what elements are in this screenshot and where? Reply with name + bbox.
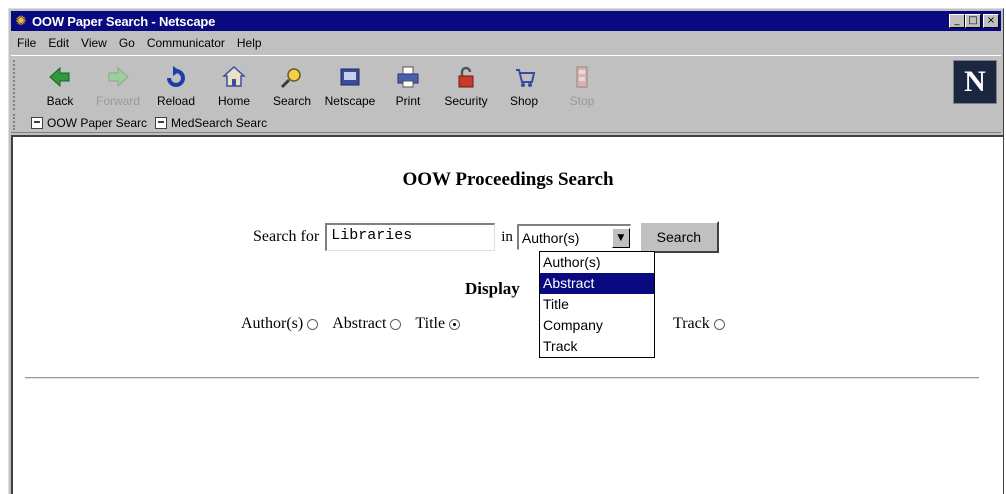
stop-button[interactable]: Stop	[553, 60, 611, 112]
reload-label: Reload	[156, 94, 196, 108]
bookmark-medsearch[interactable]: MedSearch Searc	[155, 116, 267, 130]
reload-button[interactable]: Reload	[147, 60, 205, 112]
menu-bar: File Edit View Go Communicator Help	[11, 33, 1001, 53]
display-abstract-label: Abstract	[332, 315, 387, 332]
title-bar: ✺ OOW Paper Search - Netscape _ □ ×	[11, 11, 1001, 31]
shop-label: Shop	[509, 94, 539, 108]
display-label: Display	[465, 279, 520, 298]
horizontal-rule	[25, 377, 979, 379]
menu-edit[interactable]: Edit	[42, 36, 75, 50]
home-label: Home	[217, 94, 250, 108]
stop-label: Stop	[569, 94, 595, 108]
netscape-button[interactable]: Netscape	[321, 60, 379, 112]
display-abstract-radio[interactable]	[390, 318, 402, 330]
display-title-radio[interactable]	[449, 318, 461, 330]
display-authors-radio[interactable]	[307, 318, 319, 330]
bookmark-icon	[31, 117, 43, 129]
window-controls: _ □ ×	[949, 14, 999, 28]
bookmark-oow-label: OOW Paper Searc	[47, 116, 148, 130]
menu-help[interactable]: Help	[231, 36, 268, 50]
menu-go[interactable]: Go	[113, 36, 141, 50]
back-label: Back	[46, 94, 74, 108]
menu-view[interactable]: View	[75, 36, 113, 50]
netscape-logo[interactable]: N	[953, 60, 997, 104]
dropdown-option-company[interactable]: Company	[540, 315, 654, 336]
display-track-radio[interactable]	[713, 318, 725, 330]
display-title-label: Title	[415, 315, 446, 332]
security-button[interactable]: Security	[437, 60, 495, 112]
forward-button[interactable]: Forward	[89, 60, 147, 112]
netscape-app-icon: ✺	[15, 13, 27, 28]
navigation-toolbar: Back Forward Reload Home Search Netscape…	[11, 55, 1001, 133]
close-button[interactable]: ×	[983, 14, 999, 28]
search-for-label: Search for	[253, 228, 320, 245]
personal-toolbar: OOW Paper Searc MedSearch Searc	[31, 114, 267, 132]
display-track-label: Track	[673, 315, 710, 332]
page-content: OOW Proceedings Search Search for Librar…	[11, 135, 1003, 494]
maximize-button[interactable]: □	[965, 14, 981, 28]
search-field-select[interactable]: Author(s) ▼	[516, 224, 631, 250]
bookmark-medsearch-label: MedSearch Searc	[171, 116, 268, 130]
security-label: Security	[444, 94, 488, 108]
display-authors-label: Author(s)	[241, 315, 304, 332]
forward-label: Forward	[95, 94, 140, 108]
bookmark-oow[interactable]: OOW Paper Searc	[31, 116, 147, 130]
shop-button[interactable]: Shop	[495, 60, 553, 112]
menu-communicator[interactable]: Communicator	[141, 36, 231, 50]
page-title: OOW Proceedings Search	[402, 169, 614, 190]
forward-arrow-icon	[108, 66, 129, 88]
dropdown-option-authors[interactable]: Author(s)	[540, 252, 654, 273]
back-arrow-icon	[49, 66, 70, 88]
netscape-icon	[340, 68, 360, 86]
lock-icon	[458, 66, 474, 88]
dropdown-option-abstract[interactable]: Abstract	[540, 273, 654, 294]
search-field-dropdown: Author(s) Abstract Title Company Track	[539, 251, 655, 358]
netscape-label: Netscape	[324, 94, 376, 108]
search-toolbar-button[interactable]: Search	[263, 60, 321, 112]
home-button[interactable]: Home	[205, 60, 263, 112]
select-value: Author(s)	[521, 229, 580, 246]
display-track-option: Track	[673, 315, 739, 333]
search-input[interactable]: Libraries	[325, 223, 496, 251]
search-button[interactable]: Search	[638, 221, 719, 253]
toolbar-grip[interactable]	[13, 60, 19, 110]
dropdown-option-track[interactable]: Track	[540, 336, 654, 357]
home-icon	[222, 65, 246, 87]
dropdown-option-title[interactable]: Title	[540, 294, 654, 315]
shop-icon	[516, 69, 536, 87]
search-form: Search for Libraries in Author(s) ▼ Sear…	[253, 221, 719, 253]
menu-file[interactable]: File	[11, 36, 42, 50]
browser-window: ✺ OOW Paper Search - Netscape _ □ × File…	[8, 8, 1004, 494]
print-button[interactable]: Print	[379, 60, 437, 112]
search-icon	[280, 68, 301, 89]
window-title: OOW Paper Search - Netscape	[32, 13, 216, 29]
minimize-button[interactable]: _	[949, 14, 965, 28]
bookmark-icon	[155, 117, 168, 129]
print-label: Print	[395, 94, 421, 108]
chevron-down-icon[interactable]: ▼	[611, 227, 630, 248]
search-toolbar-label: Search	[272, 94, 312, 108]
display-options: Author(s) Abstract Title	[241, 315, 474, 333]
print-icon	[397, 66, 419, 88]
reload-icon	[167, 66, 185, 87]
bookmarks-grip[interactable]	[13, 114, 19, 130]
stop-icon	[576, 66, 588, 88]
in-label: in	[501, 228, 513, 245]
back-button[interactable]: Back	[31, 60, 89, 112]
